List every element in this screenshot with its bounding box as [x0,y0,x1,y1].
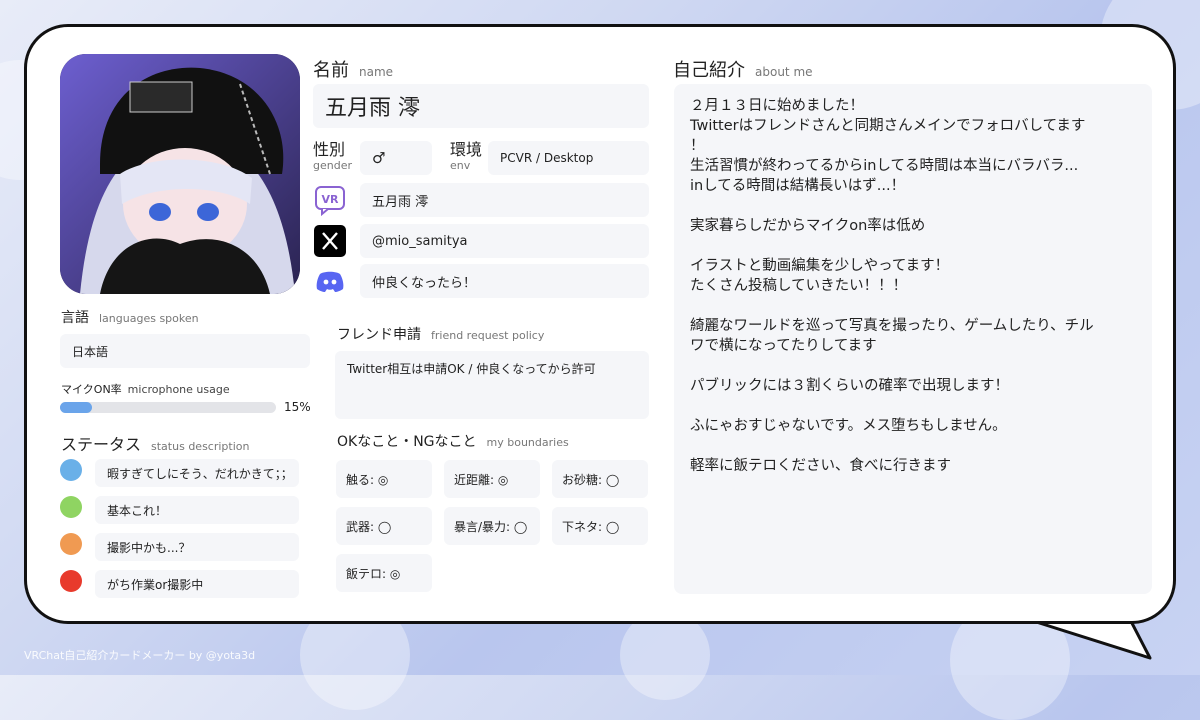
about-line [690,196,1136,216]
about-line: ワで横になってたりしてます [690,338,877,354]
about-line: イラストと動画編集を少しやってます！ [690,258,950,274]
friend-request-field: Twitter相互は申請OK / 仲良くなってから許可 [335,351,649,419]
env-heading: 環境 env [450,142,482,174]
status-dot-orange [60,533,82,555]
about-line: 生活習慣が終わってるからinしてる時間は本当にバラバラ... [690,158,1079,174]
languages-field: 日本語 [60,334,310,368]
name-heading: 名前 name [313,56,393,82]
microphone-label-en: microphone usage [127,383,230,396]
status-text-blue: 暇すぎてしにそう、だれかきて；； [95,459,299,487]
status-dot-green [60,496,82,518]
about-line: 実家暮らしだからマイクon率は低め [690,218,926,234]
boundaries-heading: OKなこと・NGなこと my boundaries [337,431,569,451]
status-text-orange: 撮影中かも...？ [95,533,299,561]
boundary-item: 武器: ◯ [336,507,432,545]
boundary-item: 下ネタ: ◯ [552,507,648,545]
env-field: PCVR / Desktop [488,141,649,175]
about-line: パブリックには３割くらいの確率で出現します！ [690,378,1009,394]
boundaries-label: OKなこと・NGなこと [337,434,477,450]
discord-icon [314,265,346,297]
about-line: inしてる時間は結構長いはず...！ [690,178,906,194]
status-heading: ステータス status description [61,431,249,455]
boundary-item: 暴言/暴力: ◯ [444,507,540,545]
boundary-item: お砂糖: ◯ [552,460,648,498]
gender-field: ♂ [360,141,432,175]
boundary-item: 飯テロ: ◎ [336,554,432,592]
discord-account: 仲良くなったら！ [360,264,649,298]
microphone-usage-fill [60,402,93,413]
boundary-item: 近距離: ◎ [444,460,540,498]
status-label: ステータス [61,435,142,454]
about-text: ２月１３日に始めました！ Twitterはフレンドさんと同期さんメインでフォロバ… [674,84,1152,594]
about-label-en: about me [755,65,813,79]
microphone-percent: 15% [284,400,311,414]
status-dot-blue [60,459,82,481]
x-icon [314,225,346,257]
languages-heading: 言語 languages spoken [61,307,199,327]
footer-credit: VRChat自己紹介カードメーカー by @yota3d [24,649,256,662]
gender-heading: 性別 gender [313,142,352,174]
microphone-label: マイクON率 [61,383,122,396]
microphone-heading: マイクON率 microphone usage [61,378,230,397]
name-label: 名前 [313,60,349,81]
x-account: @mio_samitya [360,224,649,258]
about-line [690,396,1136,416]
status-text-red: がち作業or撮影中 [95,570,299,598]
boundary-item: 触る: ◎ [336,460,432,498]
about-label: 自己紹介 [673,60,745,81]
about-line: Twitterはフレンドさんと同期さんメインでフォロバしてます [690,118,1086,134]
about-line [690,236,1136,256]
env-label-en: env [450,159,471,172]
about-heading: 自己紹介 about me [673,56,813,82]
status-dot-red [60,570,82,592]
about-line: ふにゃおすじゃないです。メス堕ちもしません。 [690,418,1007,434]
gender-label-en: gender [313,159,352,172]
status-text-green: 基本これ！ [95,496,299,524]
about-line: 軽率に飯テロください、食べに行きます [690,458,951,474]
vrchat-icon: VR [314,184,346,217]
languages-label-en: languages spoken [99,312,199,325]
svg-text:VR: VR [322,193,340,206]
microphone-usage-bar [60,402,276,413]
about-line: たくさん投稿していきたい！！！ [690,278,908,294]
status-label-en: status description [151,440,250,453]
about-line: ２月１３日に始めました！ [690,98,864,114]
friend-request-heading: フレンド申請 friend request policy [337,324,544,344]
friend-request-label-en: friend request policy [431,329,545,342]
about-line [690,356,1136,376]
about-line: ！ [690,138,705,154]
boundaries-label-en: my boundaries [486,436,569,449]
languages-label: 言語 [61,310,89,326]
vrchat-account: 五月雨 澪 [360,183,649,217]
about-line [690,436,1136,456]
gender-label: 性別 [313,140,346,159]
avatar [60,54,300,294]
env-label: 環境 [450,140,483,159]
name-label-en: name [359,65,394,79]
friend-request-label: フレンド申請 [337,327,421,343]
name-field: 五月雨 澪 [313,84,649,128]
about-line [690,296,1136,316]
about-line: 綺麗なワールドを巡って写真を撮ったり、ゲームしたり、チル [690,318,1094,334]
